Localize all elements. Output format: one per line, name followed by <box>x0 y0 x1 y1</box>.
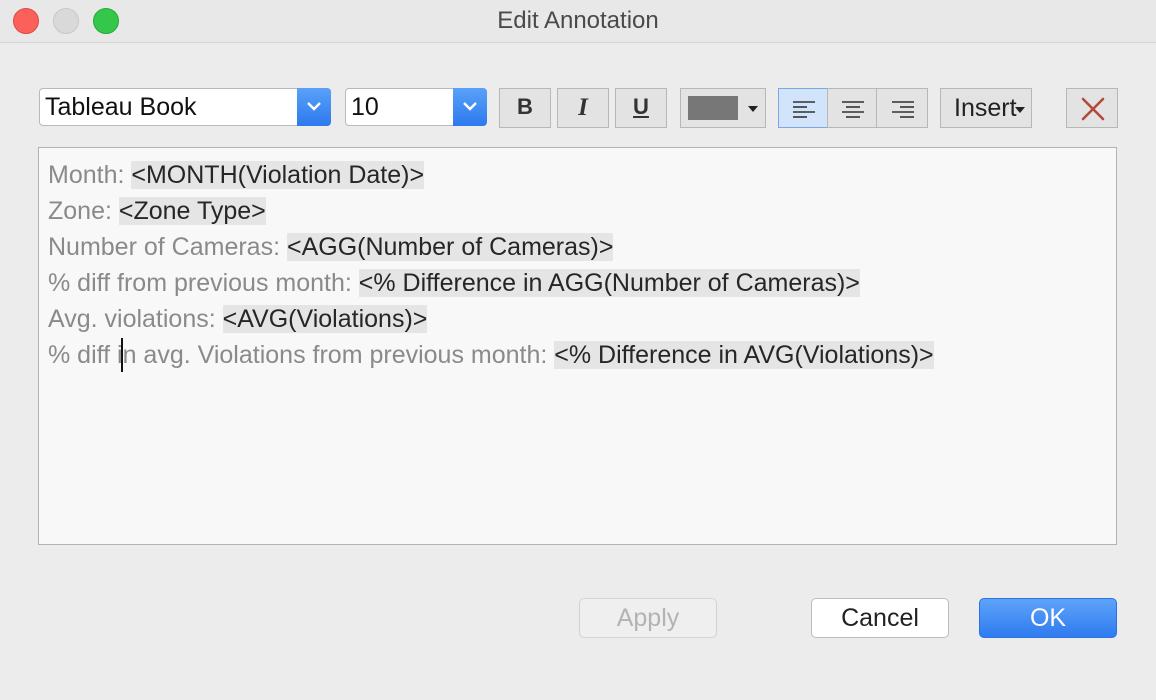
close-icon <box>1081 97 1105 121</box>
annotation-line: Avg. violations: <AVG(Violations)> <box>48 304 428 334</box>
field-token[interactable]: <Zone Type> <box>118 197 266 225</box>
clear-button[interactable] <box>1066 88 1118 128</box>
cancel-button[interactable]: Cancel <box>811 598 949 638</box>
chevron-down-icon <box>1015 107 1025 113</box>
text-color-button[interactable] <box>680 88 766 128</box>
bold-icon: B <box>517 94 533 119</box>
insert-menu-button[interactable]: Insert <box>940 88 1032 128</box>
annotation-line: Number of Cameras: <AGG(Number of Camera… <box>48 232 614 262</box>
font-family-dropdown-button[interactable] <box>297 88 331 126</box>
align-right-button[interactable] <box>876 88 928 128</box>
text-cursor <box>121 338 123 372</box>
field-token[interactable]: <MONTH(Violation Date)> <box>131 161 425 189</box>
font-size-select[interactable]: 10 <box>345 88 487 126</box>
field-token[interactable]: <AGG(Number of Cameras)> <box>286 233 614 261</box>
insert-label: Insert <box>954 94 1017 122</box>
field-token[interactable]: <% Difference in AGG(Number of Cameras)> <box>358 269 860 297</box>
annotation-line: % diff from previous month: <% Differenc… <box>48 268 860 298</box>
align-left-button[interactable] <box>778 88 828 128</box>
align-left-icon <box>793 101 815 118</box>
annotation-line: Month: <MONTH(Violation Date)> <box>48 160 425 190</box>
bold-button[interactable]: B <box>499 88 551 128</box>
underline-button[interactable]: U <box>615 88 667 128</box>
line-label: % diff in avg. Violations from previous … <box>48 341 555 369</box>
annotation-line: % diff in avg. Violations from previous … <box>48 340 934 370</box>
font-family-select[interactable]: Tableau Book <box>39 88 331 126</box>
chevron-down-icon <box>307 102 321 111</box>
window-title: Edit Annotation <box>497 7 659 34</box>
font-size-dropdown-button[interactable] <box>453 88 487 126</box>
annotation-text-editor[interactable]: Month: <MONTH(Violation Date)> Zone: <Zo… <box>38 147 1117 545</box>
title-bar: Edit Annotation <box>0 0 1156 43</box>
italic-button[interactable]: I <box>557 88 609 128</box>
line-label: % diff from previous month: <box>48 269 359 297</box>
color-swatch <box>688 96 738 120</box>
align-center-button[interactable] <box>827 88 877 128</box>
field-token[interactable]: <% Difference in AVG(Violations)> <box>554 341 934 369</box>
annotation-line: Zone: <Zone Type> <box>48 196 266 226</box>
line-label: Zone: <box>48 197 119 225</box>
font-family-value: Tableau Book <box>45 93 197 121</box>
align-right-icon <box>892 101 914 118</box>
chevron-down-icon <box>463 102 477 111</box>
line-label: Avg. violations: <box>48 305 223 333</box>
italic-icon: I <box>578 94 588 121</box>
font-size-value: 10 <box>351 93 379 121</box>
chevron-down-icon <box>748 106 758 112</box>
apply-button[interactable]: Apply <box>579 598 717 638</box>
ok-button[interactable]: OK <box>979 598 1117 638</box>
line-label: Month: <box>48 161 132 189</box>
underline-icon: U <box>633 94 649 119</box>
align-center-icon <box>842 101 864 118</box>
field-token[interactable]: <AVG(Violations)> <box>222 305 428 333</box>
line-label: Number of Cameras: <box>48 233 287 261</box>
